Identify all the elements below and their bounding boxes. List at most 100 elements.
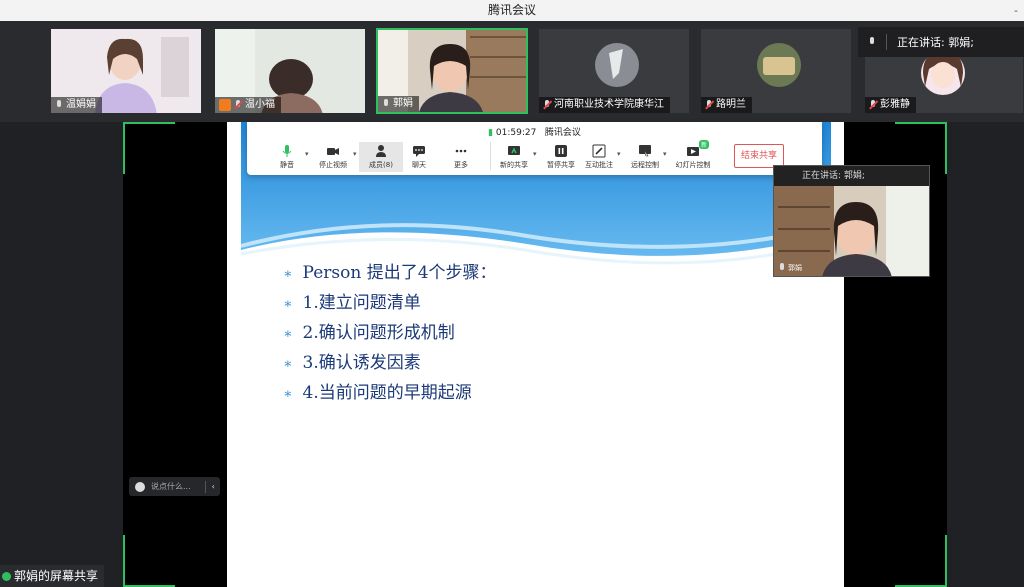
slide-bullet: ∗ 2.确认问题形成机制 xyxy=(283,318,455,343)
share-status-icon xyxy=(2,571,11,581)
share-frame-corner xyxy=(895,535,947,587)
emoji-icon[interactable] xyxy=(135,481,145,492)
more-icon xyxy=(455,149,467,153)
participant-name: 温娟娟 xyxy=(66,99,96,110)
slide-bullet: ∗ 4.当前问题的早期起源 xyxy=(283,378,472,403)
mic-icon xyxy=(55,100,63,110)
remote-control-button[interactable]: 远程控制 xyxy=(623,144,667,170)
share-label-text: 郭娟的屏幕共享 xyxy=(14,569,99,583)
chat-button[interactable]: 聊天 xyxy=(397,144,441,170)
new-share-button[interactable]: 新的共享 xyxy=(492,144,536,170)
participant-name-bar: 温娟娟 xyxy=(51,97,102,113)
participant-strip: 温娟娟 温小福 郭娟 河南职业技术学院康华江 路明兰 彭雅静 正在讲话: 郭娟; xyxy=(0,21,1024,122)
speaker-name: 郭娟 xyxy=(788,264,802,272)
bullet-icon: ∗ xyxy=(283,326,293,342)
participant-name: 彭雅静 xyxy=(880,99,910,110)
participant-name-bar: 温小福 xyxy=(215,97,281,113)
mic-muted-icon xyxy=(705,100,713,110)
annotate-label: 互动批注 xyxy=(585,161,613,169)
annotate-button[interactable]: 互动批注 xyxy=(577,144,621,170)
pause-share-label: 暂停共享 xyxy=(547,161,575,169)
share-options-arrow[interactable]: ▾ xyxy=(533,150,537,158)
speaker-header-label: 正在讲话: 郭娟; xyxy=(802,171,865,181)
chat-icon xyxy=(413,146,425,157)
participant-tile[interactable]: 温小福 xyxy=(214,28,366,114)
meeting-name: 腾讯会议 xyxy=(544,128,581,138)
slide-bullet: ∗ 3.确认诱发因素 xyxy=(283,348,421,373)
participant-name-bar: 郭娟 xyxy=(378,96,419,112)
divider xyxy=(886,34,887,50)
screen-share-label: 郭娟的屏幕共享 xyxy=(0,565,105,587)
slide-bullet-text: 2.确认问题形成机制 xyxy=(302,323,455,343)
participant-name: 河南职业技术学院康华江 xyxy=(554,99,664,110)
mic-muted-icon xyxy=(869,100,877,110)
chat-placeholder: 说点什么... xyxy=(151,482,191,491)
stop-video-button[interactable]: 停止视频 xyxy=(311,144,355,170)
window-titlebar: 腾讯会议 - xyxy=(0,0,1024,21)
video-options-arrow[interactable]: ▾ xyxy=(353,150,357,158)
stop-video-label: 停止视频 xyxy=(319,161,347,169)
microphone-icon xyxy=(282,145,292,157)
annotate-options-arrow[interactable]: ▾ xyxy=(617,150,621,158)
shared-slide: ∗ Person 提出了4个步骤： ∗ 1.建立问题清单 ∗ 2.确认问题形成机制 ∗… xyxy=(227,122,844,587)
slide-bullet-text: 3.确认诱发因素 xyxy=(302,353,421,373)
window-title: 腾讯会议 xyxy=(487,3,536,17)
participant-tile[interactable]: 路明兰 xyxy=(700,28,852,114)
remote-options-arrow[interactable]: ▾ xyxy=(663,150,667,158)
avatar-icon xyxy=(219,99,231,111)
bullet-icon: ∗ xyxy=(283,266,293,282)
speaking-label: 正在讲话: 郭娟; xyxy=(897,36,974,49)
meeting-toolbar: ▮ 01:59:27 腾讯会议 静音 ▾ 停止视频 ▾ 成员(8) 聊天 更多 … xyxy=(247,122,822,175)
chat-label: 聊天 xyxy=(412,161,426,169)
new-share-icon xyxy=(508,146,520,155)
speaker-window-header: 正在讲话: 郭娟; xyxy=(774,166,929,186)
bullet-icon: ∗ xyxy=(283,296,293,312)
mic-muted-icon xyxy=(543,100,551,110)
divider xyxy=(204,480,206,493)
mute-label: 静音 xyxy=(280,161,294,169)
more-label: 更多 xyxy=(454,161,468,169)
members-label: 成员(8) xyxy=(369,161,393,169)
members-icon xyxy=(376,145,386,157)
participant-name-bar: 路明兰 xyxy=(701,97,752,113)
participant-name-bar: 彭雅静 xyxy=(865,97,916,113)
toolbar-status: ▮ 01:59:27 腾讯会议 xyxy=(247,125,822,138)
speaker-video-window[interactable]: 正在讲话: 郭娟; 郭娟 xyxy=(773,165,930,277)
participant-tile[interactable]: 温娟娟 xyxy=(50,28,202,114)
bullet-icon: ∗ xyxy=(283,356,293,372)
share-frame-corner xyxy=(123,535,175,587)
slide-control-icon xyxy=(687,147,699,156)
slide-bullet: ∗ Person 提出了4个步骤： xyxy=(283,258,497,283)
speaking-indicator: 正在讲话: 郭娟; xyxy=(858,27,1024,57)
chat-quick-input[interactable]: 说点什么... ‹ xyxy=(129,477,220,496)
pause-icon xyxy=(555,145,567,157)
participant-name-bar: 河南职业技术学院康华江 xyxy=(539,97,670,113)
speaker-name-bar: 郭娟 xyxy=(778,263,802,273)
mic-icon xyxy=(868,37,876,47)
participant-tile[interactable]: 河南职业技术学院康华江 xyxy=(538,28,690,114)
mute-button[interactable]: 静音 xyxy=(265,144,309,170)
annotate-icon xyxy=(592,144,606,158)
collapse-chevron-icon[interactable]: ‹ xyxy=(212,482,215,491)
more-button[interactable]: 更多 xyxy=(439,144,483,170)
mic-icon xyxy=(778,263,786,273)
camera-icon xyxy=(327,148,339,155)
slide-control-label: 幻灯片控制 xyxy=(675,161,711,169)
participant-name: 路明兰 xyxy=(716,99,746,110)
mic-muted-icon xyxy=(234,100,242,110)
toolbar-divider xyxy=(490,142,491,170)
new-badge: 新 xyxy=(699,140,710,149)
slide-bullet-text: 4.当前问题的早期起源 xyxy=(302,383,472,403)
slide-bullet-text: Person 提出了4个步骤： xyxy=(302,263,497,283)
share-frame-corner xyxy=(123,122,175,174)
remote-control-label: 远程控制 xyxy=(631,161,659,169)
slide-control-button[interactable]: 幻灯片控制 新 xyxy=(671,140,715,170)
mic-active-icon xyxy=(382,99,390,109)
signal-icon: ▮ xyxy=(488,128,494,138)
bullet-icon: ∗ xyxy=(283,386,293,402)
participant-tile-active[interactable]: 郭娟 xyxy=(376,28,528,114)
participant-name: 郭娟 xyxy=(393,98,413,109)
meeting-timer: 01:59:27 xyxy=(495,128,537,138)
mute-options-arrow[interactable]: ▾ xyxy=(305,150,309,158)
minimize-button[interactable]: - xyxy=(1014,0,1018,21)
